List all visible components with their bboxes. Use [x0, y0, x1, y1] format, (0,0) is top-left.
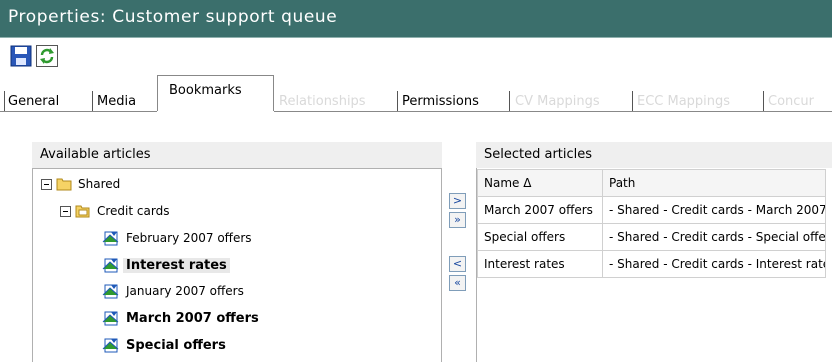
cell-path: - Shared - Credit cards - March 2007 off…: [602, 196, 826, 224]
available-articles-tree: [32, 168, 442, 362]
tab-cv-mappings: CV Mappings: [515, 94, 600, 109]
article-icon: [102, 338, 119, 353]
tab-separator: [4, 91, 5, 111]
tab-divider: [274, 111, 832, 112]
tab-relationships: Relationships: [279, 94, 366, 109]
collapse-icon[interactable]: [60, 205, 71, 217]
cell-name: March 2007 offers: [477, 196, 603, 224]
tree-node-article[interactable]: January 2007 offers: [102, 280, 244, 302]
available-articles-header: Available articles: [32, 142, 442, 169]
tab-permissions[interactable]: Permissions: [402, 94, 479, 109]
refresh-icon[interactable]: [36, 45, 58, 67]
tree-node-article[interactable]: March 2007 offers: [102, 307, 259, 329]
article-icon: [102, 284, 119, 299]
tree-label: January 2007 offers: [126, 284, 244, 298]
selected-articles-label: Selected articles: [484, 147, 593, 162]
tab-separator: [397, 91, 398, 111]
tab-ecc-mappings: ECC Mappings: [637, 94, 731, 109]
add-all-button[interactable]: »: [449, 212, 466, 228]
tab-divider: [0, 111, 157, 112]
tab-general[interactable]: General: [8, 94, 59, 109]
tab-bookmarks-label: Bookmarks: [169, 83, 242, 98]
table-row[interactable]: March 2007 offers - Shared - Credit card…: [477, 196, 826, 224]
available-articles-label: Available articles: [40, 147, 151, 162]
tab-separator: [763, 91, 764, 111]
tab-separator: [509, 91, 510, 111]
tree-node-article[interactable]: Interest rates: [102, 254, 230, 276]
tree-node-article[interactable]: Special offers: [102, 334, 226, 356]
tab-bookmarks[interactable]: Bookmarks: [157, 75, 274, 111]
selected-articles-header: Selected articles: [476, 142, 832, 169]
tree-label: Credit cards: [97, 204, 170, 218]
tree-node-credit-cards[interactable]: Credit cards: [60, 200, 169, 222]
tree-node-shared[interactable]: Shared: [41, 173, 120, 195]
tab-concur: Concur: [768, 94, 815, 109]
tab-separator: [92, 91, 93, 111]
tree-label: Interest rates: [123, 257, 230, 273]
tab-media[interactable]: Media: [97, 94, 136, 109]
window-title: Properties: Customer support queue: [8, 7, 338, 27]
save-icon[interactable]: [10, 45, 32, 67]
remove-all-button[interactable]: «: [449, 275, 466, 291]
tree-label: Special offers: [126, 337, 226, 353]
cell-name: Special offers: [477, 223, 603, 251]
tree-label: Shared: [78, 177, 121, 191]
tab-separator: [632, 91, 633, 111]
cell-path: - Shared - Credit cards - Interest rates: [602, 250, 826, 278]
article-icon: [102, 258, 119, 273]
add-selected-button[interactable]: >: [449, 193, 466, 209]
selected-articles-table: Name Δ Path March 2007 offers - Shared -…: [477, 169, 826, 278]
remove-selected-button[interactable]: <: [449, 256, 466, 272]
tree-node-article[interactable]: February 2007 offers: [102, 227, 252, 249]
folder-icon: [56, 178, 72, 191]
article-icon: [102, 231, 119, 246]
cell-name: Interest rates: [477, 250, 603, 278]
collapse-icon[interactable]: [41, 178, 52, 190]
table-header-row: Name Δ Path: [477, 169, 826, 197]
table-row[interactable]: Interest rates - Shared - Credit cards -…: [477, 250, 826, 278]
column-header-name[interactable]: Name Δ: [477, 169, 603, 197]
window-titlebar: Properties: Customer support queue: [0, 0, 832, 38]
table-row[interactable]: Special offers - Shared - Credit cards -…: [477, 223, 826, 251]
tree-label: March 2007 offers: [126, 310, 259, 326]
column-header-path[interactable]: Path: [602, 169, 826, 197]
article-icon: [102, 311, 119, 326]
folder-open-icon: [75, 205, 90, 218]
tree-label: February 2007 offers: [126, 231, 252, 245]
cell-path: - Shared - Credit cards - Special offers: [602, 223, 826, 251]
toolbar: [0, 38, 832, 72]
